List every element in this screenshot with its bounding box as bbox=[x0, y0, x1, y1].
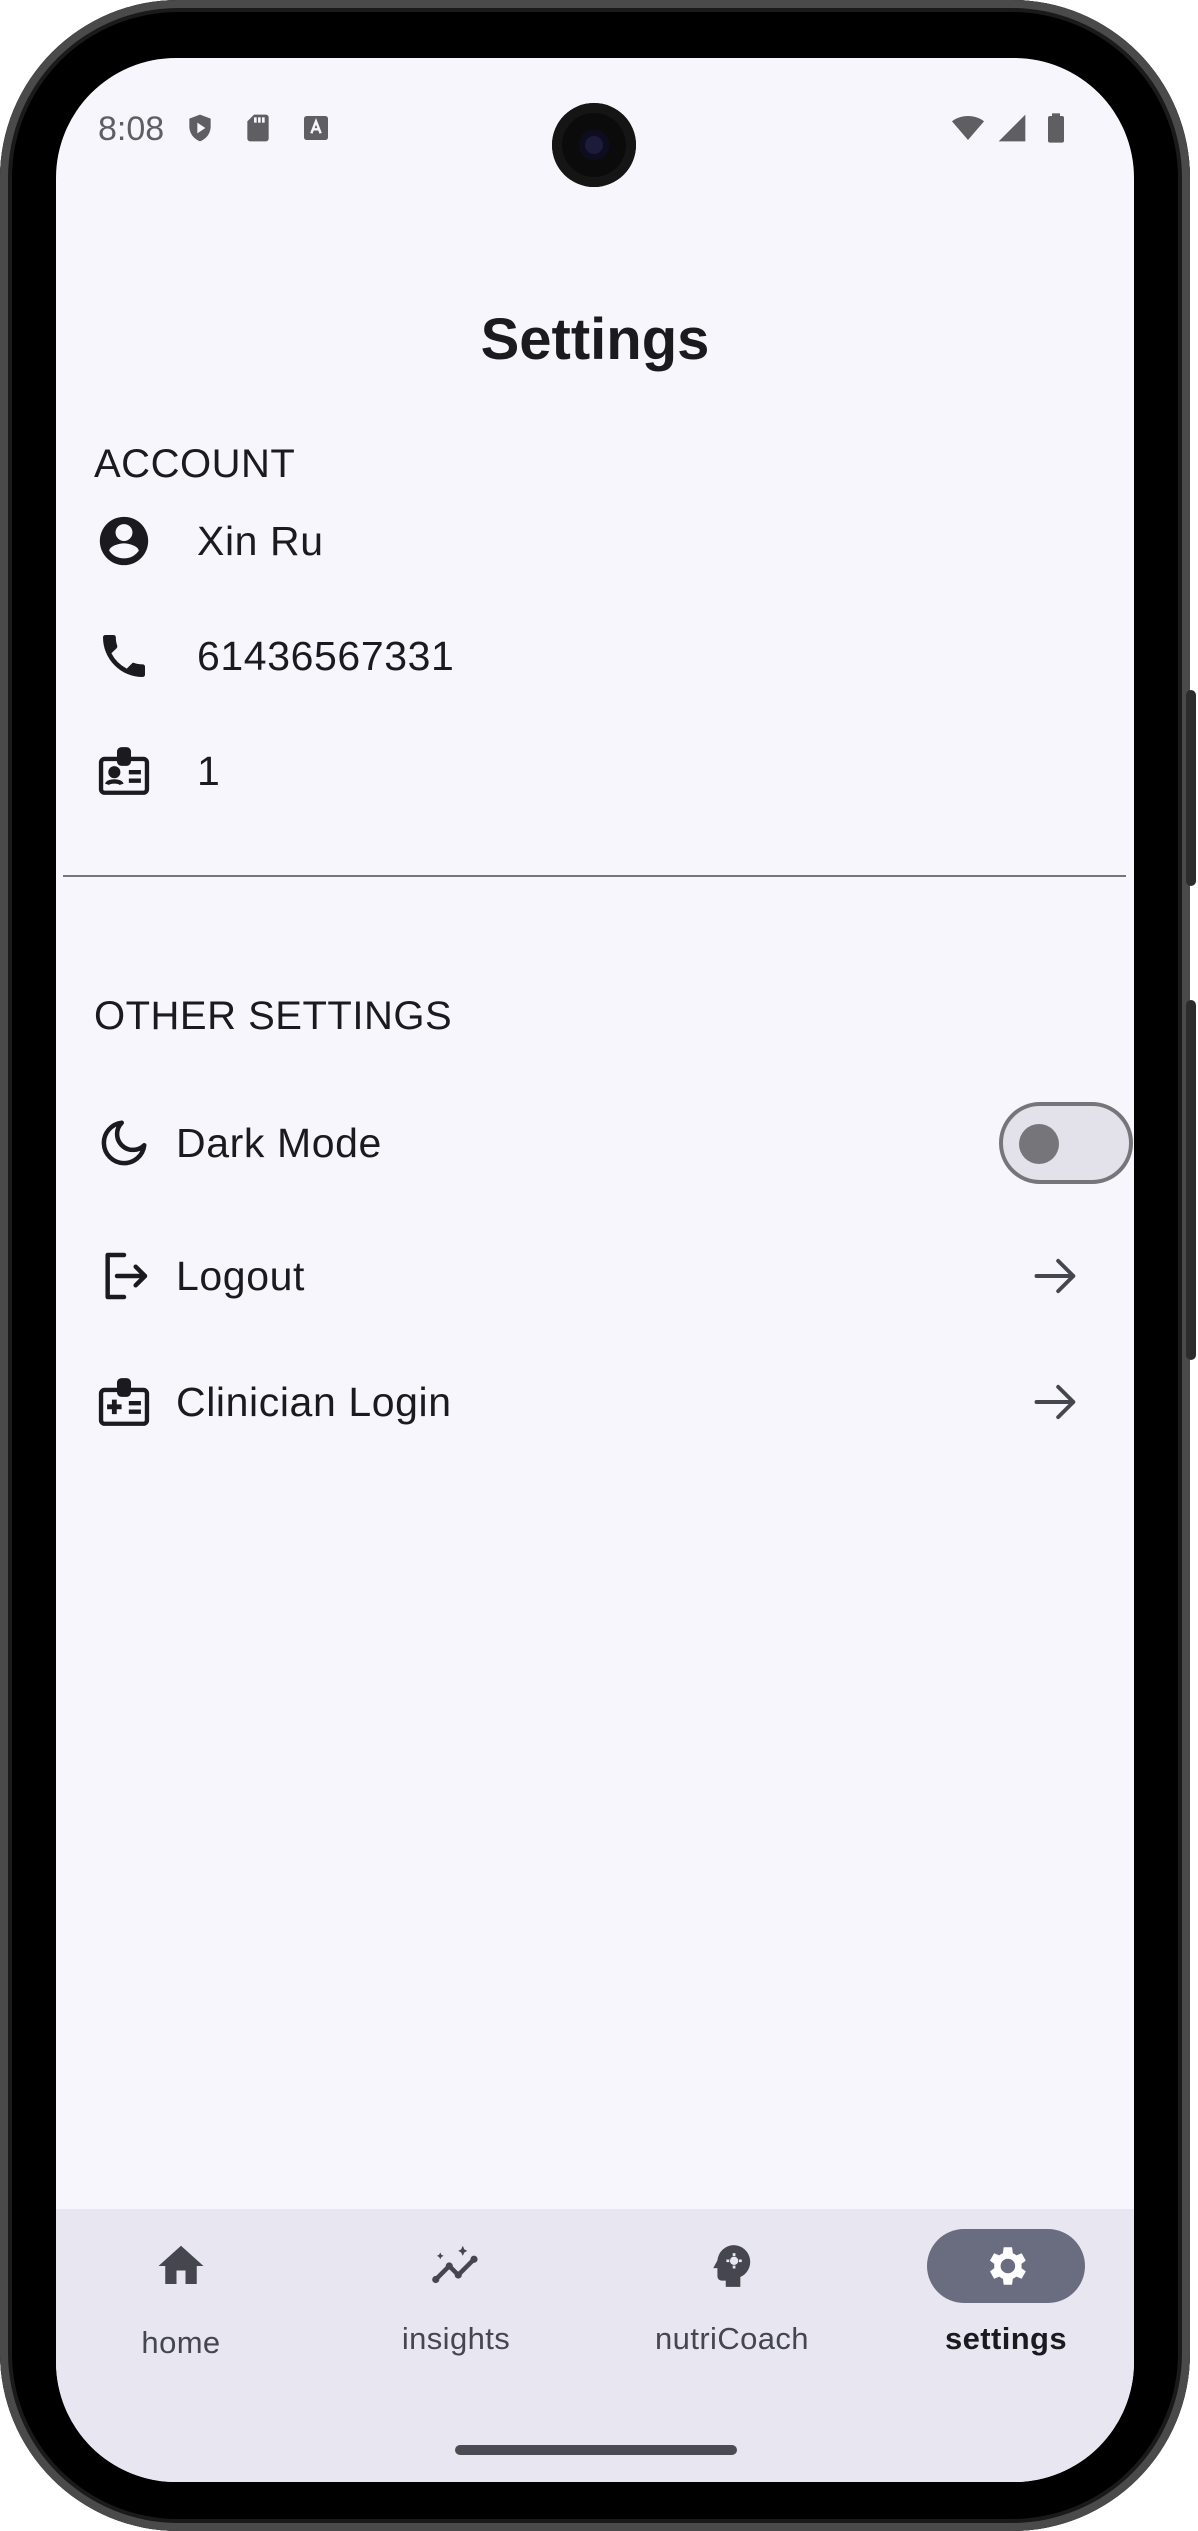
nav-pill-nutricoach bbox=[653, 2229, 811, 2303]
account-section-header: ACCOUNT bbox=[94, 442, 296, 486]
front-camera bbox=[552, 103, 636, 187]
phone-icon bbox=[94, 626, 154, 686]
account-circle-icon bbox=[94, 511, 154, 571]
clinician-login-arrow-icon[interactable] bbox=[1030, 1376, 1082, 1428]
gesture-home-indicator[interactable] bbox=[455, 2445, 737, 2455]
volume-button bbox=[1186, 1000, 1196, 1360]
clinician-login-label: Clinician Login bbox=[176, 1378, 452, 1425]
bottom-navigation: home insights nutriCoach settings bbox=[56, 2209, 1134, 2482]
account-phone-row: 61436567331 bbox=[94, 606, 1134, 706]
status-time: 8:08 bbox=[98, 110, 165, 148]
toggle-knob bbox=[1019, 1124, 1059, 1164]
nav-label-insights: insights bbox=[401, 2321, 511, 2356]
nav-pill-insights bbox=[377, 2229, 535, 2303]
signal-icon bbox=[998, 114, 1026, 142]
clinician-login-row[interactable]: Clinician Login bbox=[94, 1352, 1134, 1452]
dark-mode-label: Dark Mode bbox=[176, 1119, 382, 1166]
page-title: Settings bbox=[480, 307, 710, 372]
nav-pill-settings-active bbox=[927, 2229, 1085, 2303]
nav-label-nutricoach: nutriCoach bbox=[655, 2321, 809, 2356]
account-id-row: 1 bbox=[94, 721, 1134, 821]
power-button bbox=[1186, 690, 1196, 886]
nav-item-insights[interactable]: insights bbox=[356, 2229, 556, 2357]
nav-label-home: home bbox=[141, 2325, 221, 2360]
account-name-row: Xin Ru bbox=[94, 491, 1134, 591]
home-icon bbox=[158, 2245, 204, 2284]
id-badge-icon bbox=[94, 741, 154, 801]
app-screen: 8:08 Settings ACCOUNT Xin Ru 61436567331… bbox=[56, 58, 1134, 2482]
coach-head-icon bbox=[713, 2245, 751, 2287]
status-right-icons bbox=[952, 112, 1072, 144]
nav-item-nutricoach[interactable]: nutriCoach bbox=[632, 2229, 832, 2357]
nav-pill-home bbox=[102, 2229, 260, 2303]
dark-mode-row: Dark Mode bbox=[94, 1093, 1134, 1193]
section-divider bbox=[63, 875, 1126, 877]
logout-icon bbox=[94, 1246, 154, 1306]
auto-text-icon bbox=[304, 116, 328, 140]
logout-label: Logout bbox=[176, 1252, 306, 1299]
dark-mode-toggle[interactable] bbox=[999, 1102, 1133, 1184]
insights-icon bbox=[432, 2245, 478, 2284]
nav-item-settings[interactable]: settings bbox=[906, 2229, 1106, 2357]
nav-item-home[interactable]: home bbox=[81, 2229, 281, 2361]
sd-card-icon bbox=[247, 114, 269, 142]
account-name: Xin Ru bbox=[197, 517, 324, 564]
logout-row[interactable]: Logout bbox=[94, 1226, 1134, 1326]
moon-icon bbox=[94, 1113, 154, 1173]
status-left-icons bbox=[184, 112, 332, 144]
wifi-icon bbox=[952, 116, 984, 140]
play-protect-icon bbox=[189, 114, 211, 142]
other-settings-section-header: OTHER SETTINGS bbox=[94, 994, 453, 1038]
battery-icon bbox=[1048, 113, 1064, 143]
logout-arrow-icon[interactable] bbox=[1030, 1250, 1082, 1302]
account-phone: 61436567331 bbox=[197, 632, 455, 679]
gear-icon bbox=[989, 2247, 1026, 2285]
account-id: 1 bbox=[197, 747, 221, 794]
clinician-badge-icon bbox=[94, 1372, 154, 1432]
nav-label-settings: settings bbox=[944, 2321, 1068, 2356]
